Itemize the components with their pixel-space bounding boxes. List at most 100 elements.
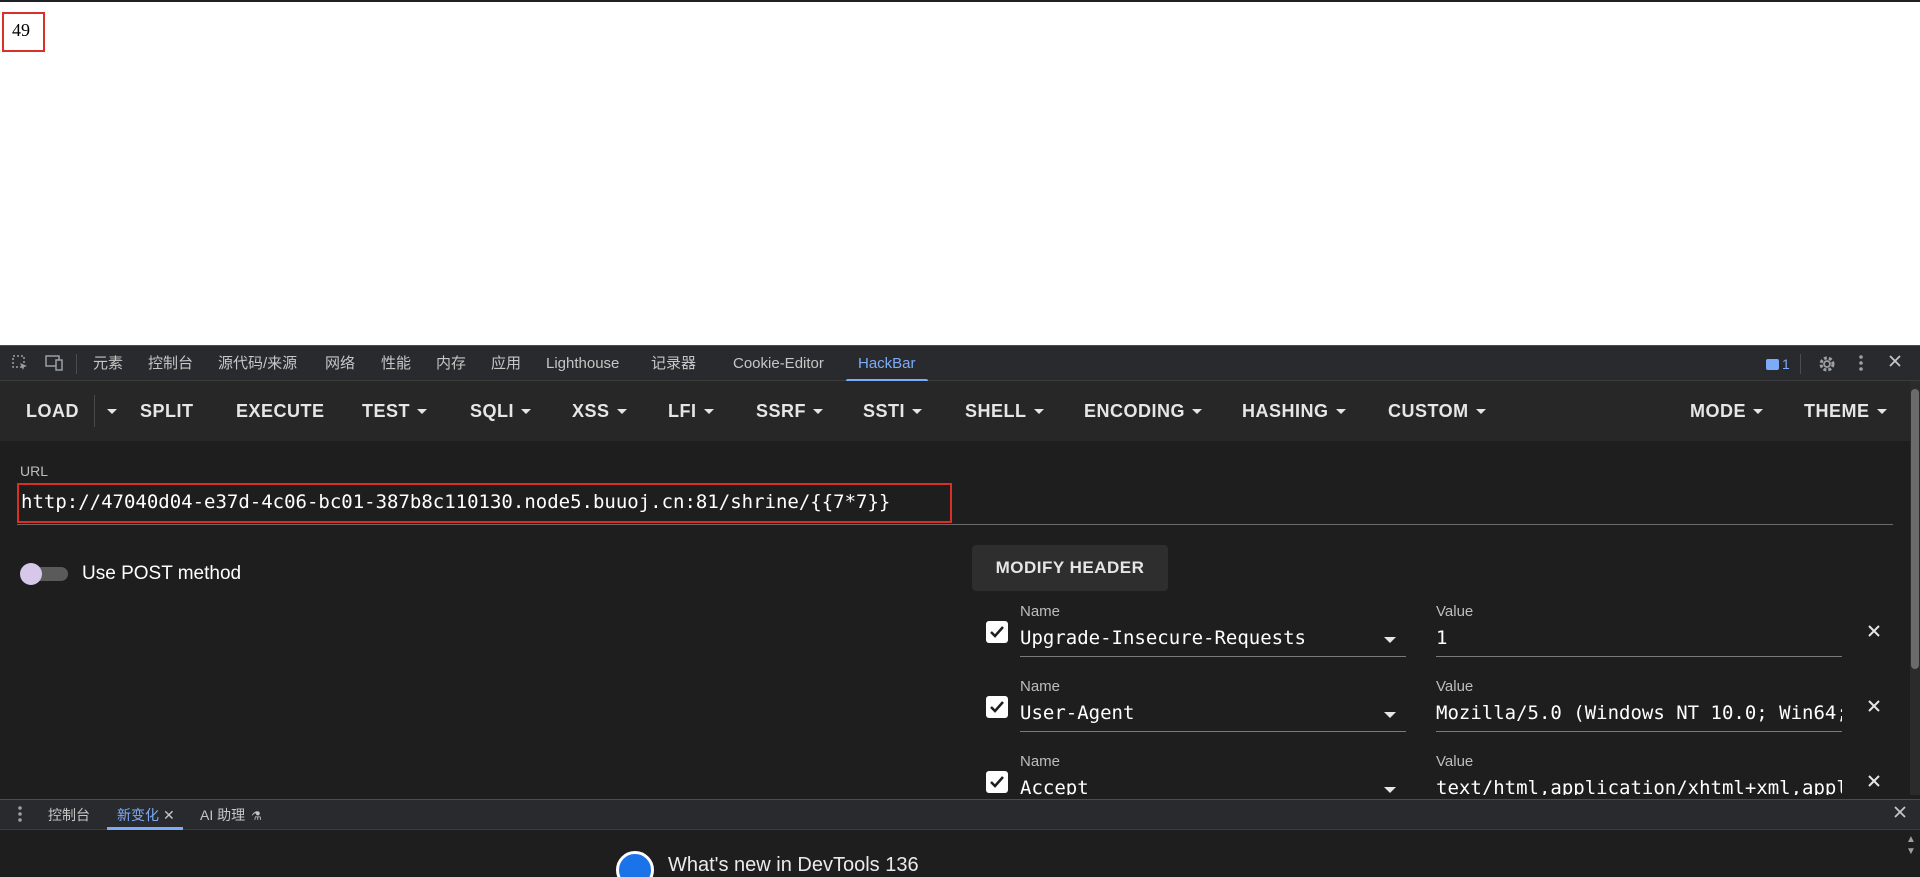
- drawer-tab-console[interactable]: 控制台: [48, 800, 90, 830]
- header-name-select[interactable]: Accept: [1020, 775, 1406, 795]
- close-drawer-icon[interactable]: [1890, 805, 1910, 825]
- chevron-down-icon: [616, 409, 627, 414]
- issues-badge[interactable]: 1: [1766, 346, 1790, 382]
- tab-hackbar[interactable]: HackBar: [846, 346, 927, 382]
- header-name-label: Name: [1020, 753, 1061, 770]
- message-icon: [1766, 359, 1779, 370]
- header-value-label: Value: [1436, 753, 1474, 770]
- xss-menu[interactable]: XSS: [572, 381, 627, 441]
- hashing-menu[interactable]: HASHING: [1242, 381, 1346, 441]
- header-value-input[interactable]: 1: [1436, 625, 1842, 657]
- custom-menu[interactable]: CUSTOM: [1388, 381, 1486, 441]
- hackbar-body: URL http://47040d04-e37d-4c06-bc01-387b8…: [0, 441, 1910, 795]
- tab-memory[interactable]: 内存: [436, 346, 466, 382]
- chevron-down-icon: [107, 409, 117, 414]
- drawer-tab-whats-new[interactable]: 新变化 ✕: [107, 800, 183, 830]
- chevron-down-icon: [1335, 409, 1346, 414]
- drawer-tab-ai-assistant[interactable]: AI 助理 ⚗: [200, 800, 262, 830]
- sqli-menu[interactable]: SQLI: [470, 381, 532, 441]
- close-devtools-icon[interactable]: [1885, 354, 1905, 374]
- more-options-icon[interactable]: [1851, 354, 1871, 374]
- whats-new-title: What's new in DevTools 136: [668, 854, 919, 876]
- tab-console[interactable]: 控制台: [148, 346, 193, 382]
- load-options-dropdown[interactable]: [100, 381, 117, 441]
- inspect-element-icon[interactable]: [10, 354, 30, 374]
- toolbar-divider: [1800, 354, 1801, 374]
- header-name-label: Name: [1020, 603, 1061, 620]
- close-tab-icon[interactable]: ✕: [163, 807, 175, 823]
- split-button[interactable]: SPLIT: [140, 381, 194, 441]
- chevron-down-icon: [912, 409, 923, 414]
- device-toolbar-icon[interactable]: [44, 354, 64, 374]
- url-underline: [17, 524, 1893, 525]
- header-row: Name Accept Value text/html,application/…: [980, 751, 1880, 795]
- flask-icon: ⚗: [251, 809, 262, 823]
- ssti-menu[interactable]: SSTI: [863, 381, 923, 441]
- chevron-down-icon: [1475, 409, 1486, 414]
- tab-application[interactable]: 应用: [491, 346, 521, 382]
- hackbar-scrollbar[interactable]: [1910, 381, 1920, 795]
- chevron-down-icon: [813, 409, 824, 414]
- devtools-drawer: 控制台 新变化 ✕ AI 助理 ⚗ What's new in DevTools 1…: [0, 799, 1920, 877]
- modify-header-button[interactable]: MODIFY HEADER: [972, 545, 1168, 591]
- chevron-down-icon: [1753, 409, 1763, 414]
- chevron-down-icon: [1033, 409, 1044, 414]
- header-enabled-checkbox[interactable]: [986, 771, 1008, 793]
- scrollbar-thumb[interactable]: [1911, 389, 1919, 669]
- hackbar-toolbar: LOAD SPLIT EXECUTE TEST SQLI XSS LFI SSR…: [0, 381, 1910, 441]
- header-enabled-checkbox[interactable]: [986, 621, 1008, 643]
- url-input-highlight: http://47040d04-e37d-4c06-bc01-387b8c110…: [17, 483, 952, 523]
- post-method-label: Use POST method: [82, 563, 242, 584]
- post-method-toggle[interactable]: [20, 563, 68, 585]
- header-row: Name User-Agent Value Mozilla/5.0 (Windo…: [980, 676, 1880, 738]
- close-icon[interactable]: [1862, 694, 1886, 718]
- header-enabled-checkbox[interactable]: [986, 696, 1008, 718]
- toolbar-divider: [76, 354, 77, 374]
- toggle-knob: [20, 563, 42, 585]
- chevron-down-icon: [1384, 787, 1396, 793]
- test-menu[interactable]: TEST: [362, 381, 428, 441]
- whats-new-panel: What's new in DevTools 136 ▲ ▼: [0, 830, 1920, 877]
- gear-icon[interactable]: [1817, 354, 1837, 374]
- drawer-scroll-arrows[interactable]: ▲ ▼: [1904, 834, 1918, 874]
- close-icon[interactable]: [1862, 769, 1886, 793]
- tab-sources[interactable]: 源代码/来源: [218, 346, 297, 382]
- devtools-logo-icon: [616, 851, 654, 877]
- toolbar-divider: [94, 395, 95, 427]
- chevron-down-icon: [1192, 409, 1203, 414]
- close-icon[interactable]: [1862, 619, 1886, 643]
- tab-lighthouse[interactable]: Lighthouse: [546, 346, 619, 382]
- execute-button[interactable]: EXECUTE: [236, 381, 325, 441]
- ssrf-menu[interactable]: SSRF: [756, 381, 824, 441]
- drawer-tab-bar: 控制台 新变化 ✕ AI 助理 ⚗: [0, 800, 1920, 830]
- url-label: URL: [20, 463, 49, 479]
- shell-menu[interactable]: SHELL: [965, 381, 1044, 441]
- drawer-menu-icon[interactable]: [10, 805, 30, 825]
- header-value-input[interactable]: text/html,application/xhtml+xml,applicat…: [1436, 775, 1842, 795]
- page-viewport: 49: [0, 0, 1920, 345]
- chevron-down-icon: [1384, 712, 1396, 718]
- devtools-tab-bar: 元素 控制台 源代码/来源 网络 性能 内存 应用 Lighthouse 记录器…: [0, 345, 1920, 382]
- chevron-down-icon: [1876, 409, 1887, 414]
- lfi-menu[interactable]: LFI: [668, 381, 714, 441]
- tab-recorder[interactable]: 记录器: [651, 346, 696, 382]
- theme-menu[interactable]: THEME: [1804, 381, 1887, 441]
- header-value-label: Value: [1436, 678, 1474, 695]
- chevron-down-icon: [1384, 637, 1396, 643]
- devtools-panel: 元素 控制台 源代码/来源 网络 性能 内存 应用 Lighthouse 记录器…: [0, 345, 1920, 877]
- header-name-label: Name: [1020, 678, 1061, 695]
- tab-performance[interactable]: 性能: [381, 346, 411, 382]
- encoding-menu[interactable]: ENCODING: [1084, 381, 1203, 441]
- header-name-select[interactable]: Upgrade-Insecure-Requests: [1020, 625, 1406, 657]
- mode-menu[interactable]: MODE: [1690, 381, 1763, 441]
- load-button[interactable]: LOAD: [26, 381, 79, 441]
- chevron-down-icon: [521, 409, 532, 414]
- header-value-input[interactable]: Mozilla/5.0 (Windows NT 10.0; Win64; x64…: [1436, 700, 1842, 732]
- header-name-select[interactable]: User-Agent: [1020, 700, 1406, 732]
- tab-network[interactable]: 网络: [325, 346, 355, 382]
- header-row: Name Upgrade-Insecure-Requests Value 1: [980, 601, 1880, 663]
- url-input[interactable]: http://47040d04-e37d-4c06-bc01-387b8c110…: [21, 491, 890, 513]
- tab-cookie-editor[interactable]: Cookie-Editor: [733, 346, 824, 382]
- header-value-label: Value: [1436, 603, 1474, 620]
- tab-elements[interactable]: 元素: [93, 346, 123, 382]
